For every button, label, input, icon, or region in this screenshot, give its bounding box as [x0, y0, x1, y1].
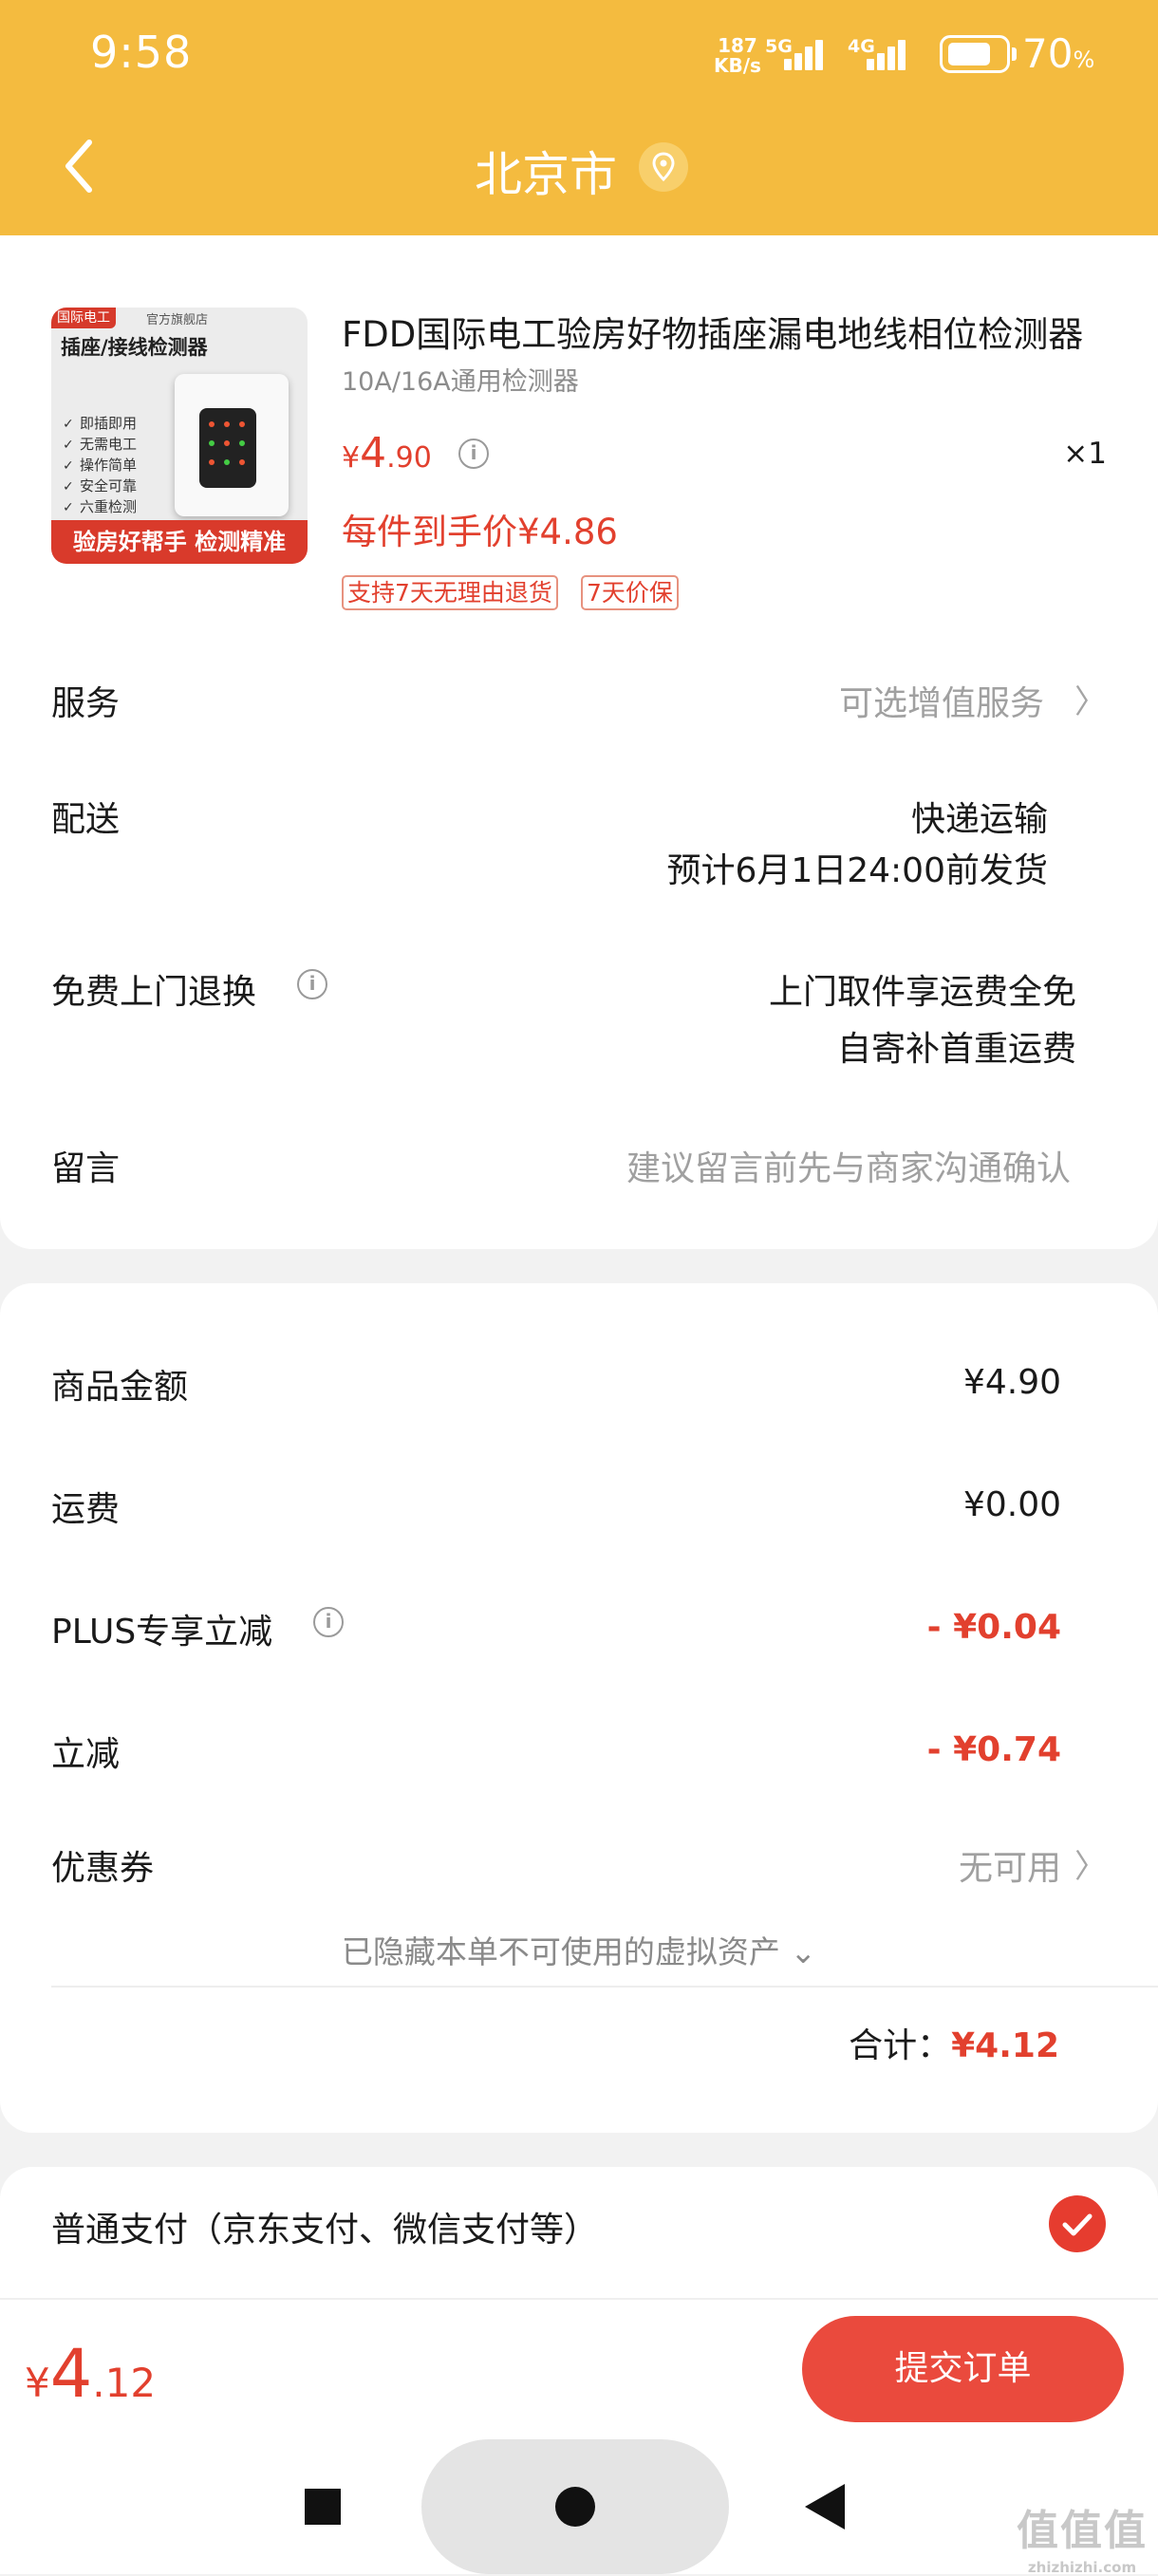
delivery-method[interactable]: 快递运输 — [911, 792, 1048, 841]
plus-discount-label: PLUS专享立减 — [51, 1613, 273, 1652]
status-time: 9:58 — [90, 27, 193, 78]
product-title[interactable]: FDD国际电工验房好物插座漏电地线相位检测器 — [342, 306, 1092, 357]
submit-order-button[interactable]: 提交订单 — [802, 2316, 1124, 2422]
plus-info-icon[interactable]: i — [313, 1607, 344, 1637]
tag-7day-return: 支持7天无理由退货 — [342, 575, 558, 610]
home-icon[interactable] — [555, 2487, 595, 2527]
payment-method-label[interactable]: 普通支付（京东支付、微信支付等） — [51, 2202, 598, 2251]
price-summary-card — [0, 1283, 1158, 2133]
instant-discount-value: - ¥0.74 — [926, 1730, 1061, 1769]
site-watermark: 值值值 zhizhizhi.com — [1017, 2507, 1148, 2576]
battery-icon — [940, 35, 1010, 73]
goods-amount-value: ¥4.90 — [962, 1363, 1061, 1402]
app-header: 9:58 187 KB/s 5G 4G 70% 北京市 — [0, 0, 1158, 235]
message-label: 留言 — [51, 1149, 121, 1188]
shipping-value: ¥0.00 — [962, 1485, 1061, 1524]
tag-price-protect: 7天价保 — [581, 575, 679, 610]
thumb-feature-list: 即插即用 无需电工 操作简单 安全可靠 六重检测 — [63, 414, 137, 518]
address-title[interactable]: 北京市 — [0, 137, 1158, 205]
coupon-label: 优惠券 — [51, 1849, 155, 1888]
product-price: ¥4.90 — [342, 429, 432, 477]
free-return-pickup: 上门取件享运费全免 — [768, 973, 1076, 1012]
product-quantity: ×1 — [1063, 437, 1107, 471]
price-info-icon[interactable]: i — [458, 439, 489, 469]
coupon-value[interactable]: 无可用 — [959, 1840, 1061, 1890]
checkout-total: ¥4.12 — [25, 2335, 157, 2413]
final-unit-price: 每件到手价¥4.86 — [342, 512, 618, 552]
free-return-info-icon[interactable]: i — [297, 969, 327, 999]
battery-tip — [1012, 47, 1017, 61]
status-bar: 9:58 187 KB/s 5G 4G 70% — [0, 0, 1158, 114]
service-label: 服务 — [51, 684, 121, 723]
chevron-down-icon: ⌄ — [779, 1933, 817, 1970]
service-value[interactable]: 可选增值服务 — [839, 676, 1044, 725]
message-input[interactable]: 建议留言前先与商家沟通确认 — [626, 1141, 1071, 1190]
socket-tester-image — [175, 374, 289, 516]
instant-discount-label: 立减 — [51, 1735, 121, 1774]
goods-amount-label: 商品金额 — [51, 1368, 189, 1407]
delivery-eta: 预计6月1日24:00前发货 — [666, 851, 1048, 890]
recent-apps-icon[interactable] — [305, 2489, 341, 2525]
plus-discount-value: - ¥0.04 — [926, 1608, 1061, 1647]
free-return-self-send: 自寄补首重运费 — [836, 1030, 1076, 1069]
checkmark-icon[interactable] — [1049, 2195, 1106, 2252]
shipping-label: 运费 — [51, 1490, 121, 1529]
product-spec: 10A/16A通用检测器 — [342, 367, 579, 397]
network-speed: 187 KB/s — [714, 34, 761, 77]
coupon-chevron-icon[interactable]: 〉 — [1074, 1840, 1107, 1887]
location-pin-icon[interactable] — [639, 142, 688, 192]
hidden-assets-toggle[interactable]: 已隐藏本单不可使用的虚拟资产 ⌄ — [0, 1927, 1158, 1972]
delivery-label: 配送 — [51, 800, 121, 839]
signal-5g-icon: 5G — [765, 36, 823, 74]
signal-4g-icon: 4G — [848, 36, 906, 74]
summary-divider — [51, 1986, 1158, 1988]
nav-bar: 北京市 — [0, 114, 1158, 218]
product-thumbnail[interactable]: 国际电工 官方旗舰店 插座/接线检测器 即插即用 无需电工 操作简单 安全可靠 … — [51, 308, 308, 564]
system-back-icon[interactable] — [805, 2484, 845, 2529]
battery-level: 70% — [1022, 30, 1095, 77]
free-return-label: 免费上门退换 — [51, 973, 257, 1012]
order-total: 合计：¥4.12 — [849, 2026, 1059, 2065]
service-chevron-icon[interactable]: 〉 — [1074, 676, 1107, 722]
